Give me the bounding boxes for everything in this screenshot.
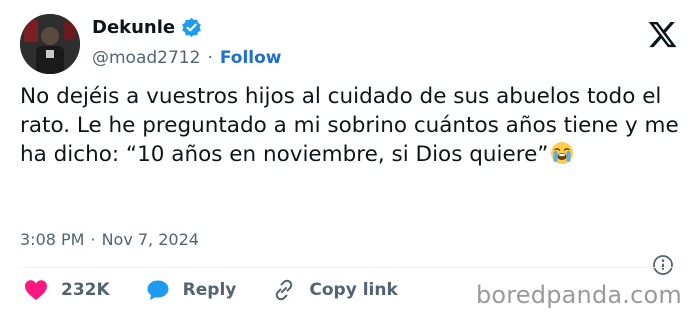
meta-separator: · xyxy=(90,230,96,249)
author-name[interactable]: Dekunle xyxy=(92,17,175,38)
divider xyxy=(20,267,680,268)
reply-bubble-icon xyxy=(147,280,169,300)
tweet-body: No dejéis a vuestros hijos al cuidado de… xyxy=(20,84,679,167)
avatar[interactable] xyxy=(20,14,80,74)
info-icon[interactable] xyxy=(652,254,674,276)
tweet-date[interactable]: Nov 7, 2024 xyxy=(102,230,199,249)
like-button[interactable]: 232K xyxy=(24,279,110,301)
watermark: boredpanda.com xyxy=(475,281,682,309)
tweet-text: No dejéis a vuestros hijos al cuidado de… xyxy=(20,82,680,169)
copy-link-button[interactable]: Copy link xyxy=(272,278,398,302)
tweet-time[interactable]: 3:08 PM xyxy=(20,230,84,249)
heart-icon xyxy=(25,280,47,300)
follow-button[interactable]: Follow xyxy=(220,48,282,68)
reply-button[interactable]: Reply xyxy=(146,279,237,301)
author-handle[interactable]: @moad2712 xyxy=(92,48,200,68)
x-logo-icon[interactable] xyxy=(648,22,678,49)
action-bar: 232K Reply Copy link xyxy=(24,278,434,302)
loudly-crying-face-icon xyxy=(550,141,574,165)
handle-separator: · xyxy=(207,48,213,68)
reply-label: Reply xyxy=(182,280,237,300)
like-count: 232K xyxy=(61,280,110,300)
link-icon xyxy=(276,279,293,301)
tweet-meta: 3:08 PM · Nov 7, 2024 xyxy=(20,230,199,249)
copy-link-label: Copy link xyxy=(309,280,398,300)
verified-badge-icon xyxy=(181,17,202,38)
